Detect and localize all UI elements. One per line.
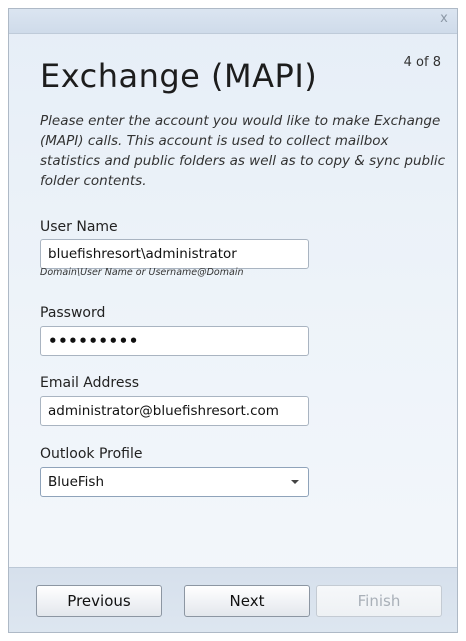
close-icon[interactable]: x <box>437 12 451 26</box>
username-input[interactable]: bluefishresort\administrator <box>40 239 309 269</box>
email-label: Email Address <box>40 375 140 391</box>
password-label: Password <box>40 305 106 321</box>
username-hint: Domain\User Name or Username@Domain <box>40 267 244 278</box>
password-input[interactable]: ••••••••• <box>40 326 309 356</box>
outlook-profile-select[interactable]: BlueFish <box>40 467 309 497</box>
email-input[interactable]: administrator@bluefishresort.com <box>40 396 309 426</box>
username-label: User Name <box>40 219 118 235</box>
page-title: Exchange (MAPI) <box>40 57 318 95</box>
previous-button[interactable]: Previous <box>36 585 162 617</box>
outlook-profile-value: BlueFish <box>48 474 104 490</box>
step-indicator: 4 of 8 <box>403 55 441 70</box>
description-text: Please enter the account you would like … <box>40 113 446 189</box>
wizard-dialog: x Exchange (MAPI) 4 of 8 Please enter th… <box>8 8 458 633</box>
outlook-profile-label: Outlook Profile <box>40 446 143 462</box>
title-bar: x <box>9 9 457 34</box>
button-bar: Previous Next Finish <box>9 567 457 632</box>
next-button[interactable]: Next <box>184 585 310 617</box>
finish-button[interactable]: Finish <box>316 585 442 617</box>
dropdown-arrow-icon <box>291 480 299 484</box>
